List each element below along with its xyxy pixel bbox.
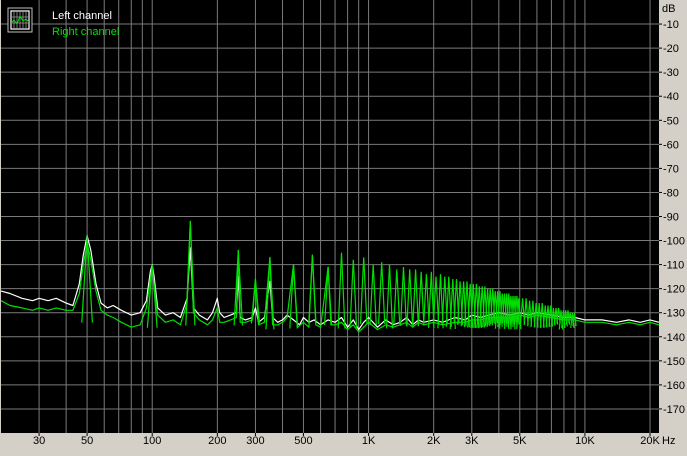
y-tick-label: -170 (663, 404, 685, 416)
x-tick-label: 50 (81, 435, 93, 447)
y-tick-label: -50 (663, 115, 679, 127)
x-tick-label: 5K (513, 435, 527, 447)
y-tick-label: -80 (663, 187, 679, 199)
y-tick-label: -130 (663, 308, 685, 320)
x-tick-label: 1K (362, 435, 376, 447)
x-unit-label: Hz (662, 435, 675, 447)
x-tick-label: 200 (208, 435, 226, 447)
x-tick-label: 30 (33, 435, 45, 447)
y-tick-label: -20 (663, 43, 679, 55)
legend-right-channel: Right channel (52, 26, 119, 38)
spectrum-chart: -10 -20 -30 -40 -50 -60 -70 -80 -90 -100 -110 -120 -… (0, 0, 687, 451)
y-tick-label: -40 (663, 91, 679, 103)
y-tick-label: -120 (663, 284, 685, 296)
x-tick-label: 10K (575, 435, 595, 447)
y-tick-label: -30 (663, 67, 679, 79)
y-tick-label: -100 (663, 236, 685, 248)
chart-svg: -10 -20 -30 -40 -50 -60 -70 -80 -90 -100 -110 -120 -… (0, 0, 687, 451)
y-tick-label: -90 (663, 212, 679, 224)
y-tick-label: -140 (663, 332, 685, 344)
y-tick-label: -110 (663, 260, 684, 272)
legend-left-channel: Left channel (52, 10, 112, 22)
y-tick-label: -10 (663, 19, 679, 31)
x-tick-label: 20K (640, 435, 660, 447)
x-tick-label: 500 (294, 435, 312, 447)
x-tick-label: 3K (465, 435, 479, 447)
y-tick-label: -70 (663, 163, 679, 175)
x-tick-label: 100 (143, 435, 161, 447)
y-tick-label: -160 (663, 380, 685, 392)
grid-chart-icon[interactable] (7, 7, 33, 33)
y-tick-label: -60 (663, 139, 679, 151)
y-tick-label: -150 (663, 356, 685, 368)
x-tick-label: 300 (246, 435, 264, 447)
x-tick-label: 2K (427, 435, 441, 447)
y-unit-label: dB (662, 3, 675, 15)
